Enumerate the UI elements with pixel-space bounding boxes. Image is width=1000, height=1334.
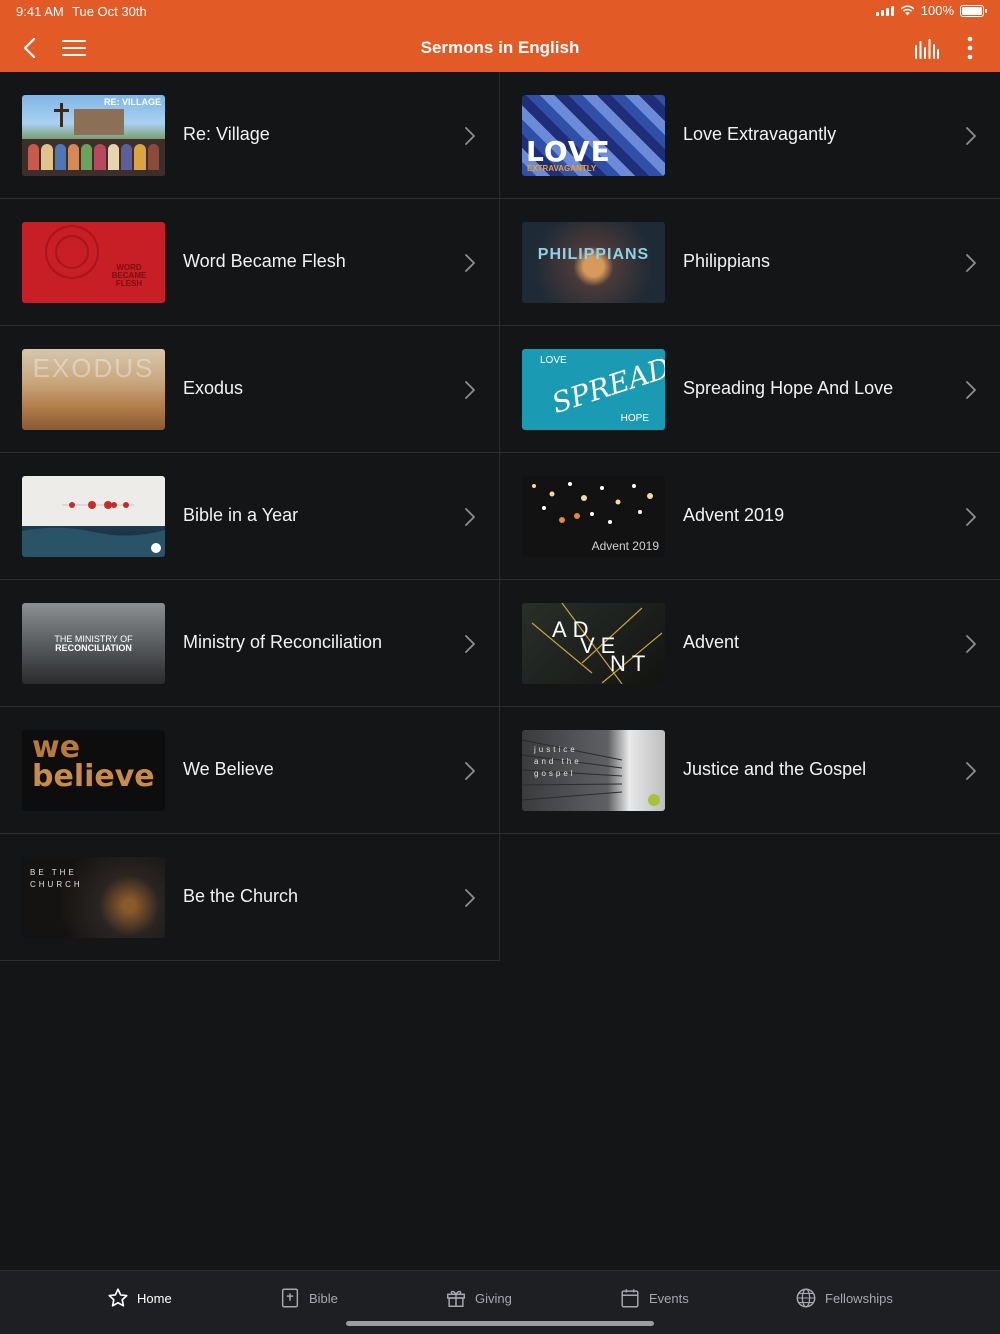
status-bar: 9:41 AM Tue Oct 30th 100% — [0, 0, 1000, 24]
star-icon — [108, 1288, 128, 1307]
tab-label: Bible — [309, 1290, 338, 1306]
thumbnail-subtext-2: HOPE — [620, 413, 649, 424]
thumbnail-text: justice and the gospel — [534, 745, 582, 778]
series-title: Exodus — [183, 378, 244, 398]
chevron-right-icon — [465, 381, 475, 399]
series-thumbnail: justice and the gospel — [522, 730, 665, 811]
series-thumbnail: LOVE EXTRAVAGANTLY — [522, 95, 665, 176]
status-date: Tue Oct 30th — [72, 4, 147, 19]
series-title: Justice and the Gospel — [683, 759, 867, 779]
series-thumbnail — [22, 476, 165, 557]
thumbnail-subtext: RECONCILIATION — [55, 643, 132, 653]
globe-icon — [796, 1288, 816, 1308]
home-indicator — [346, 1321, 654, 1326]
series-item[interactable]: Bible in a Year — [0, 453, 500, 580]
thumbnail-subtext: LOVE — [540, 355, 567, 366]
chevron-right-icon — [966, 635, 976, 653]
series-item[interactable]: AD VE NT Advent — [500, 580, 1000, 707]
battery-icon — [960, 4, 987, 17]
series-thumbnail: we believe — [22, 730, 165, 811]
thumbnail-text: Advent 2019 — [591, 539, 659, 553]
series-thumbnail: PHILIPPIANS — [522, 222, 665, 303]
tab-home[interactable]: Home — [107, 1285, 172, 1311]
series-item[interactable]: RE: VILLAGE Re: Village — [0, 72, 500, 199]
series-thumbnail: AD VE NT — [522, 603, 665, 684]
series-thumbnail: RE: VILLAGE — [22, 95, 165, 176]
crowd-graphic — [28, 144, 159, 170]
series-thumbnail: BE THE CHURCH — [22, 857, 165, 938]
chevron-right-icon — [465, 635, 475, 653]
wifi-icon — [900, 5, 915, 16]
series-title: Advent 2019 — [683, 505, 785, 525]
calendar-icon — [621, 1289, 639, 1308]
series-title: Love Extravagantly — [683, 124, 837, 144]
tab-label: Home — [137, 1290, 172, 1306]
thumbnail-subtext: EXTRAVAGANTLY — [527, 164, 597, 173]
more-options-button[interactable] — [956, 34, 984, 62]
chevron-right-icon — [465, 508, 475, 526]
series-item[interactable]: WORD BECAME FLESH Word Became Flesh — [0, 199, 500, 326]
chevron-right-icon — [465, 762, 475, 780]
series-item[interactable]: EXODUS Exodus — [0, 326, 500, 453]
tab-events[interactable]: Events — [619, 1285, 689, 1311]
series-title: Spreading Hope And Love — [683, 378, 894, 398]
chevron-right-icon — [966, 762, 976, 780]
thumbnail-text: BE THE CHURCH — [30, 868, 83, 889]
tab-label: Events — [649, 1290, 689, 1306]
series-title: Word Became Flesh — [183, 251, 346, 271]
thumbnail-text: WORD BECAME FLESH — [111, 263, 147, 288]
thumbnail-text: EXODUS — [32, 353, 155, 383]
series-item[interactable]: THE MINISTRY OF RECONCILIATION Ministry … — [0, 580, 500, 707]
series-title: Philippians — [683, 251, 771, 271]
series-title: Advent — [683, 632, 740, 652]
series-item[interactable]: LOVE SPREAD HOPE Spreading Hope And Love — [500, 326, 1000, 453]
thumbnail-text: RE: VILLAGE — [103, 97, 161, 107]
thumbnail-subtext: believe — [32, 759, 155, 794]
series-title: Re: Village — [183, 124, 270, 144]
chevron-right-icon — [465, 254, 475, 272]
series-thumbnail: LOVE SPREAD HOPE — [522, 349, 665, 430]
chevron-right-icon — [465, 127, 475, 145]
series-thumbnail: Advent 2019 — [522, 476, 665, 557]
series-thumbnail: WORD BECAME FLESH — [22, 222, 165, 303]
stats-button[interactable] — [912, 34, 940, 62]
series-item[interactable]: BE THE CHURCH Be the Church — [0, 834, 500, 961]
series-item[interactable]: Advent 2019 Advent 2019 — [500, 453, 1000, 580]
series-title: Bible in a Year — [183, 505, 299, 525]
chevron-right-icon — [966, 381, 976, 399]
series-title: Ministry of Reconciliation — [183, 632, 383, 652]
tab-fellowships[interactable]: Fellowships — [795, 1285, 893, 1311]
tab-bible[interactable]: Bible — [279, 1285, 338, 1311]
series-thumbnail: THE MINISTRY OF RECONCILIATION — [22, 603, 165, 684]
series-item[interactable]: PHILIPPIANS Philippians — [500, 199, 1000, 326]
series-item[interactable]: we believe We Believe — [0, 707, 500, 834]
thumbnail-text: we — [32, 730, 81, 765]
app-header: 9:41 AM Tue Oct 30th 100% Sermons in Eng… — [0, 0, 1000, 72]
chevron-right-icon — [966, 127, 976, 145]
status-time: 9:41 AM — [16, 4, 64, 19]
chevron-right-icon — [465, 889, 475, 907]
vertical-dots-icon — [967, 36, 973, 60]
battery-percent: 100% — [920, 3, 954, 18]
cellular-signal-icon — [875, 5, 894, 16]
status-indicators: 100% — [875, 3, 987, 18]
page-title: Sermons in English — [420, 38, 580, 57]
thumbnail-subtext-2: NT — [610, 651, 652, 676]
chevron-right-icon — [966, 508, 976, 526]
navigation-bar: Sermons in English — [0, 24, 1000, 72]
bible-icon — [281, 1288, 299, 1308]
series-item[interactable]: LOVE EXTRAVAGANTLY Love Extravagantly — [500, 72, 1000, 199]
series-item[interactable]: justice and the gospel Justice and the G… — [500, 707, 1000, 834]
tab-giving[interactable]: Giving — [445, 1285, 512, 1311]
tab-label: Fellowships — [825, 1290, 893, 1306]
series-title: We Believe — [183, 759, 274, 779]
gift-icon — [447, 1290, 465, 1307]
chevron-right-icon — [966, 254, 976, 272]
series-title: Be the Church — [183, 886, 299, 906]
series-thumbnail: EXODUS — [22, 349, 165, 430]
thumbnail-text: PHILIPPIANS — [537, 246, 650, 263]
bar-chart-icon — [915, 39, 939, 59]
tab-label: Giving — [475, 1290, 512, 1306]
